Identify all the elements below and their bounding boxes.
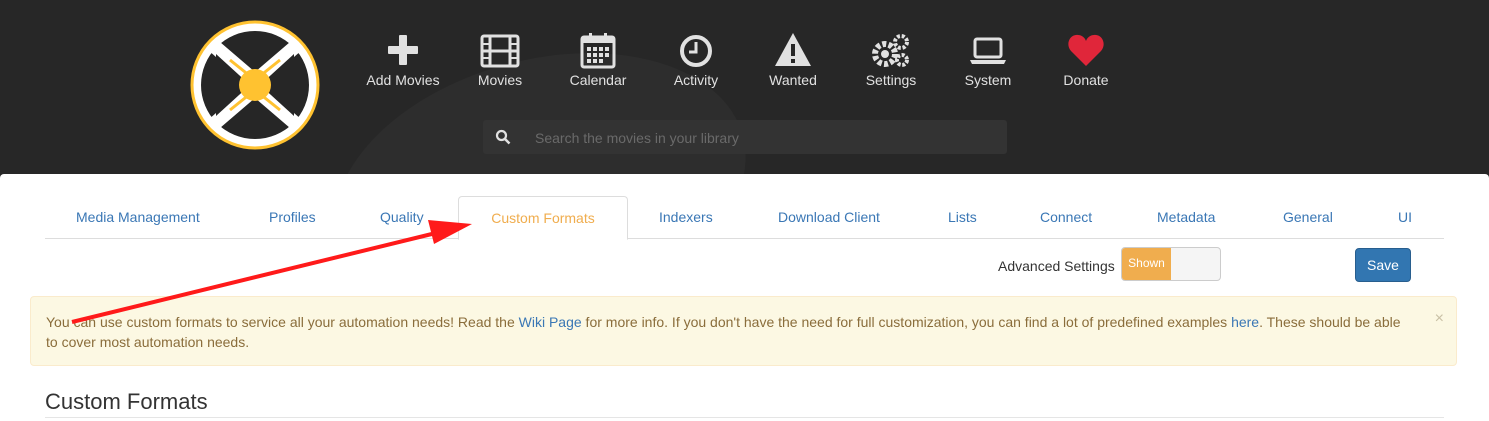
plus-icon [388, 35, 418, 65]
nav-label: Settings [865, 72, 917, 88]
tab-lists[interactable]: Lists [948, 196, 977, 238]
settings-panel: Media Management Profiles Quality Custom… [0, 174, 1489, 421]
toggle-state: Shown [1122, 248, 1171, 280]
tab-media-management[interactable]: Media Management [76, 196, 200, 238]
save-button[interactable]: Save [1355, 248, 1411, 282]
alert-text-part: You can use custom formats to service al… [46, 314, 519, 330]
nav-calendar[interactable]: Calendar [548, 30, 648, 100]
calendar-icon [580, 33, 616, 69]
advanced-settings-label: Advanced Settings [998, 258, 1115, 274]
alert-message: You can use custom formats to service al… [46, 312, 1406, 352]
header-bar: Add Movies Movies Calendar Activity Want… [0, 0, 1489, 178]
nav-label: System [964, 72, 1012, 88]
tab-metadata[interactable]: Metadata [1157, 196, 1215, 238]
search-icon [495, 129, 511, 145]
settings-tabs: Media Management Profiles Quality Custom… [45, 196, 1444, 240]
tab-ui[interactable]: UI [1398, 196, 1412, 238]
nav-wanted[interactable]: Wanted [743, 30, 843, 100]
nav-donate[interactable]: Donate [1036, 30, 1136, 100]
tab-download-client[interactable]: Download Client [778, 196, 880, 238]
laptop-icon [970, 37, 1006, 64]
tab-connect[interactable]: Connect [1040, 196, 1092, 238]
alert-text-part: for more info. If you don't have the nee… [581, 314, 1232, 330]
search-input[interactable] [533, 120, 997, 156]
nav-label: Add Movies [366, 72, 440, 88]
heart-icon [1068, 34, 1104, 66]
tab-profiles[interactable]: Profiles [269, 196, 316, 238]
nav-label: Calendar [569, 72, 627, 88]
warning-icon [775, 33, 811, 66]
tab-indexers[interactable]: Indexers [659, 196, 713, 238]
nav-add-movies[interactable]: Add Movies [353, 30, 453, 100]
nav-label: Donate [1063, 72, 1109, 88]
wiki-page-link[interactable]: Wiki Page [519, 314, 582, 330]
info-alert: You can use custom formats to service al… [30, 296, 1457, 366]
tab-quality[interactable]: Quality [380, 196, 424, 238]
gears-icon [872, 34, 909, 67]
section-divider [45, 417, 1444, 418]
close-icon[interactable]: × [1435, 311, 1444, 327]
radarr-logo[interactable] [190, 20, 320, 150]
advanced-settings-toggle[interactable]: Shown [1121, 247, 1221, 281]
section-title: Custom Formats [45, 389, 208, 414]
tab-custom-formats[interactable]: Custom Formats [458, 196, 628, 240]
tab-general[interactable]: General [1283, 196, 1333, 238]
clock-icon [680, 35, 712, 67]
examples-link[interactable]: here [1231, 314, 1259, 330]
nav-label: Movies [477, 72, 523, 88]
nav-label: Activity [673, 72, 719, 88]
nav-movies[interactable]: Movies [450, 30, 550, 100]
film-icon [480, 34, 520, 68]
nav-system[interactable]: System [938, 30, 1038, 100]
nav-settings[interactable]: Settings [841, 30, 941, 100]
search-bar [483, 120, 1007, 156]
nav-label: Wanted [769, 72, 817, 88]
nav-activity[interactable]: Activity [646, 30, 746, 100]
